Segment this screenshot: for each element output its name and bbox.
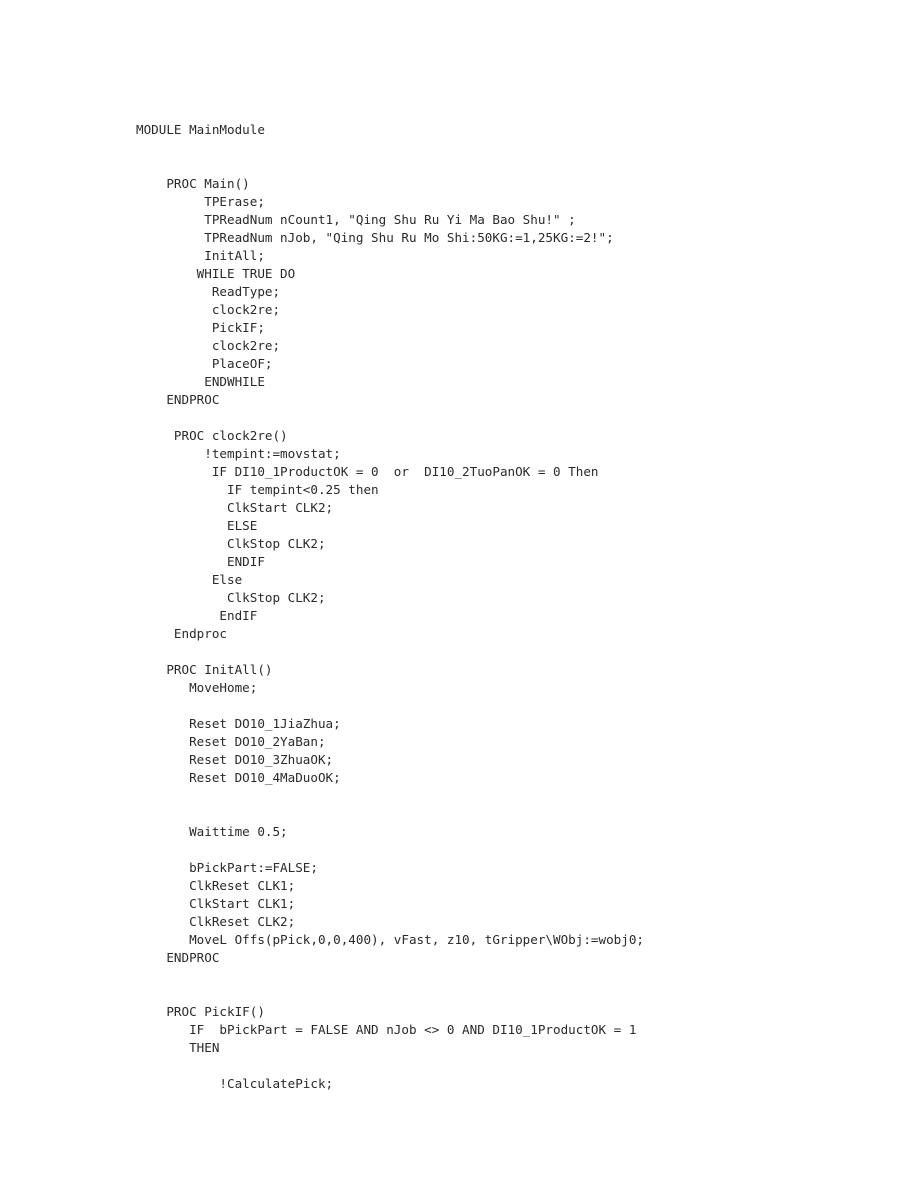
code-line: ClkStop CLK2; bbox=[136, 589, 326, 605]
code-line: Else bbox=[136, 571, 243, 587]
code-line: PROC clock2re() bbox=[136, 427, 288, 443]
code-line: ELSE bbox=[136, 517, 258, 533]
code-line: ClkStop CLK2; bbox=[136, 535, 326, 551]
code-line: ClkStart CLK2; bbox=[136, 499, 334, 515]
code-line: TPErase; bbox=[136, 193, 265, 209]
code-line: Waittime 0.5; bbox=[136, 823, 288, 839]
code-line: Reset DO10_4MaDuoOK; bbox=[136, 769, 341, 785]
document-page: MODULE MainModule PROC Main() TPErase; T… bbox=[0, 0, 920, 1191]
code-line: InitAll; bbox=[136, 247, 265, 263]
code-line: IF DI10_1ProductOK = 0 or DI10_2TuoPanOK… bbox=[136, 463, 599, 479]
code-line: PROC PickIF() bbox=[136, 1003, 265, 1019]
code-line: clock2re; bbox=[136, 337, 281, 353]
code-line: IF tempint<0.25 then bbox=[136, 481, 379, 497]
code-line: Reset DO10_3ZhuaOK; bbox=[136, 751, 334, 767]
code-line: IF bPickPart = FALSE AND nJob <> 0 AND D… bbox=[136, 1021, 637, 1037]
code-line: Reset DO10_2YaBan; bbox=[136, 733, 326, 749]
code-line: PickIF; bbox=[136, 319, 265, 335]
code-line: ClkReset CLK2; bbox=[136, 913, 296, 929]
code-line: THEN bbox=[136, 1039, 220, 1055]
code-line: ENDIF bbox=[136, 553, 265, 569]
code-line: clock2re; bbox=[136, 301, 281, 317]
code-line: ReadType; bbox=[136, 283, 281, 299]
code-line: ClkStart CLK1; bbox=[136, 895, 296, 911]
code-line: MoveHome; bbox=[136, 679, 258, 695]
code-line: EndIF bbox=[136, 607, 258, 623]
code-line: PROC InitAll() bbox=[136, 661, 273, 677]
code-line: ClkReset CLK1; bbox=[136, 877, 296, 893]
code-line: bPickPart:=FALSE; bbox=[136, 859, 318, 875]
code-line: Endproc bbox=[136, 625, 227, 641]
code-line: TPReadNum nJob, "Qing Shu Ru Mo Shi:50KG… bbox=[136, 229, 614, 245]
code-line: ENDPROC bbox=[136, 949, 220, 965]
code-line: ENDPROC bbox=[136, 391, 220, 407]
code-listing: MODULE MainModule PROC Main() TPErase; T… bbox=[136, 121, 644, 1093]
code-line: Reset DO10_1JiaZhua; bbox=[136, 715, 341, 731]
code-line: !CalculatePick; bbox=[136, 1075, 334, 1091]
code-line: ENDWHILE bbox=[136, 373, 265, 389]
code-line: !tempint:=movstat; bbox=[136, 445, 341, 461]
code-line: TPReadNum nCount1, "Qing Shu Ru Yi Ma Ba… bbox=[136, 211, 576, 227]
code-line: MoveL Offs(pPick,0,0,400), vFast, z10, t… bbox=[136, 931, 644, 947]
code-line: MODULE MainModule bbox=[136, 121, 265, 137]
code-line: WHILE TRUE DO bbox=[136, 265, 296, 281]
code-line: PROC Main() bbox=[136, 175, 250, 191]
code-line: PlaceOF; bbox=[136, 355, 273, 371]
